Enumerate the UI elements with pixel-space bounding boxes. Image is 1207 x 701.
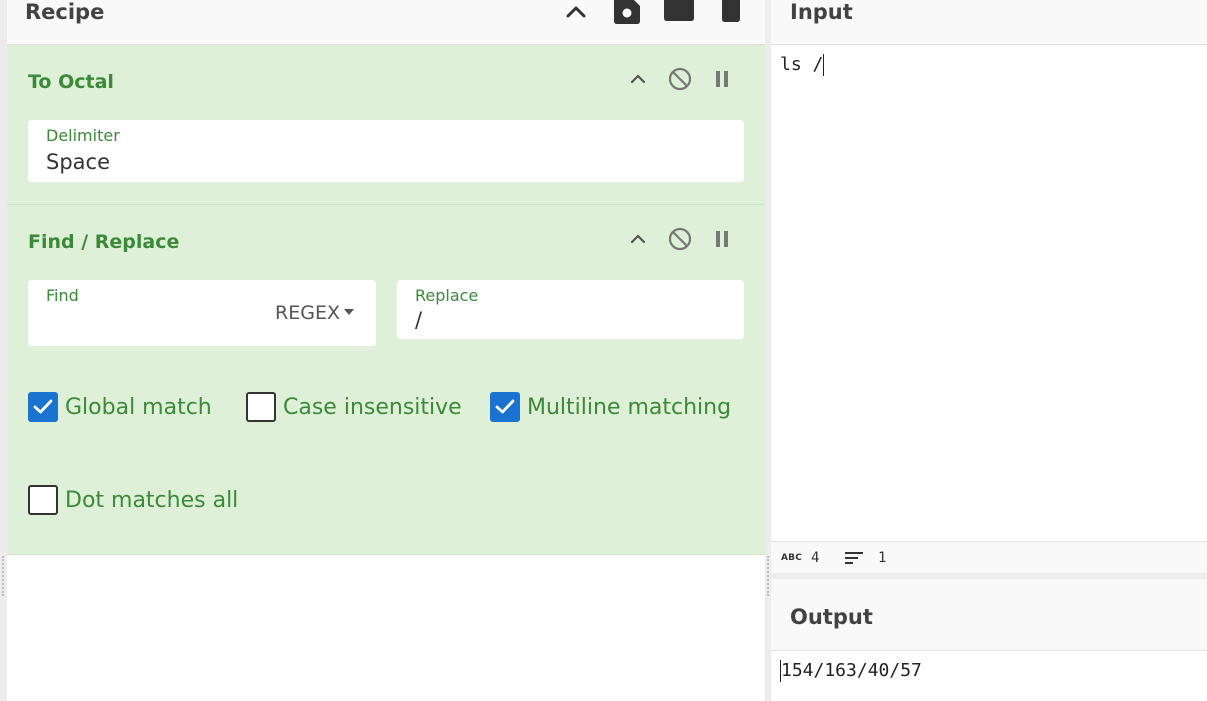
check-icon bbox=[33, 399, 53, 414]
field-label: Find bbox=[46, 286, 79, 305]
lines-stat: 1 bbox=[844, 542, 886, 574]
field-label: Replace bbox=[415, 286, 479, 305]
caret-down-icon bbox=[344, 308, 354, 315]
length-value: 4 bbox=[811, 550, 820, 566]
operation-title: To Octal bbox=[28, 71, 114, 93]
left-gutter bbox=[0, 0, 7, 701]
input-header: Input bbox=[771, 0, 1207, 45]
length-stat: ABC 4 bbox=[781, 542, 819, 574]
checkbox-label: Case insensitive bbox=[283, 394, 462, 420]
recipe-pane: Recipe To Octal Delimiter Space Find / R… bbox=[0, 0, 765, 701]
checkbox-box[interactable] bbox=[490, 392, 520, 422]
replace-input[interactable]: / bbox=[415, 308, 422, 332]
recipe-title: Recipe bbox=[25, 0, 105, 24]
operation-to-octal: To Octal Delimiter Space bbox=[7, 45, 765, 205]
pause-icon[interactable] bbox=[709, 226, 735, 252]
find-field[interactable]: Find REGEX bbox=[28, 280, 376, 347]
delimiter-field[interactable]: Delimiter Space bbox=[28, 120, 744, 183]
recipe-header: Recipe bbox=[7, 0, 765, 45]
dot-matches-all-checkbox[interactable]: Dot matches all bbox=[28, 484, 238, 516]
field-label: Delimiter bbox=[46, 126, 120, 145]
operation-title: Find / Replace bbox=[28, 231, 180, 253]
global-match-checkbox[interactable]: Global match bbox=[28, 391, 212, 423]
resize-grip[interactable] bbox=[2, 556, 4, 596]
pause-icon[interactable] bbox=[709, 66, 735, 92]
case-insensitive-checkbox[interactable]: Case insensitive bbox=[246, 391, 462, 423]
multiline-matching-checkbox[interactable]: Multiline matching bbox=[490, 391, 731, 423]
field-value: Space bbox=[46, 150, 110, 174]
input-status-bar: ABC 4 1 bbox=[771, 541, 1207, 573]
resize-grip[interactable] bbox=[767, 556, 769, 596]
replace-field[interactable]: Replace / bbox=[397, 280, 744, 340]
output-text: 154/163/40/57 bbox=[781, 660, 922, 681]
lines-value: 1 bbox=[878, 550, 887, 566]
output-textarea[interactable]: 154/163/40/57 bbox=[780, 660, 922, 682]
lines-icon bbox=[845, 552, 863, 564]
input-text: ls / bbox=[780, 54, 824, 75]
folder-icon[interactable] bbox=[662, 0, 696, 26]
checkbox-box[interactable] bbox=[28, 392, 58, 422]
abc-icon: ABC bbox=[781, 553, 803, 563]
output-title: Output bbox=[790, 605, 873, 629]
checkbox-label: Multiline matching bbox=[527, 394, 732, 420]
save-icon[interactable] bbox=[612, 0, 642, 26]
checkbox-box[interactable] bbox=[246, 392, 276, 422]
checkbox-box[interactable] bbox=[28, 485, 58, 515]
output-header: Output bbox=[771, 579, 1207, 651]
disable-icon[interactable] bbox=[667, 226, 693, 252]
checkbox-label: Global match bbox=[65, 394, 212, 420]
input-textarea[interactable]: ls / bbox=[780, 54, 825, 76]
regex-dropdown[interactable]: REGEX bbox=[275, 302, 354, 324]
input-title: Input bbox=[790, 0, 853, 24]
text-cursor bbox=[823, 54, 825, 76]
chevron-up-icon[interactable] bbox=[625, 66, 651, 92]
checkbox-label: Dot matches all bbox=[65, 487, 239, 513]
operation-find-replace: Find / Replace Find REGEX Replace / Glob… bbox=[7, 205, 765, 555]
trash-icon[interactable] bbox=[719, 0, 743, 26]
output-pane: Output 154/163/40/57 bbox=[771, 579, 1207, 701]
input-pane: Input ls / bbox=[771, 0, 1207, 541]
check-icon bbox=[495, 399, 515, 414]
regex-dropdown-label: REGEX bbox=[275, 302, 340, 324]
chevron-up-icon[interactable] bbox=[561, 0, 591, 26]
disable-icon[interactable] bbox=[667, 66, 693, 92]
chevron-up-icon[interactable] bbox=[625, 226, 651, 252]
